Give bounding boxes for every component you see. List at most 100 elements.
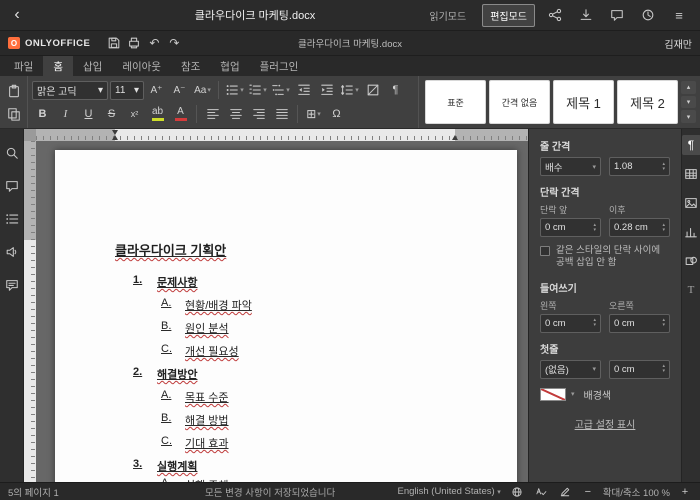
search-button[interactable] bbox=[2, 143, 21, 163]
set-language-button[interactable] bbox=[509, 485, 525, 499]
superscript-button[interactable]: x² bbox=[124, 104, 145, 125]
copy-button[interactable] bbox=[3, 103, 24, 124]
zoom-out-button[interactable]: − bbox=[581, 485, 595, 499]
bold-button[interactable]: B bbox=[32, 104, 53, 125]
background-color-swatch[interactable] bbox=[540, 387, 566, 401]
align-center-button[interactable] bbox=[225, 104, 246, 125]
share-button[interactable] bbox=[544, 4, 566, 26]
style-heading2[interactable]: 제목 2 bbox=[617, 80, 678, 124]
track-changes-button[interactable] bbox=[557, 485, 573, 499]
increase-indent-button[interactable] bbox=[316, 80, 337, 101]
align-left-button[interactable] bbox=[202, 104, 223, 125]
tab-file[interactable]: 파일 bbox=[4, 56, 43, 76]
spacing-after-input[interactable]: 0.28 cm ▴ ▾ bbox=[609, 218, 670, 237]
chat-panel-button[interactable] bbox=[2, 275, 21, 295]
version-history-button[interactable] bbox=[637, 4, 659, 26]
gallery-expand-button[interactable]: ▾ bbox=[681, 110, 696, 124]
style-normal[interactable]: 표준 bbox=[425, 80, 486, 124]
edit-mode-button[interactable]: 편집모드 bbox=[482, 3, 535, 27]
spinner-arrows[interactable]: ▴ ▾ bbox=[662, 161, 665, 172]
doc-line[interactable]: 3. 실행계획 bbox=[55, 458, 517, 474]
more-menu-button[interactable]: ≡ bbox=[668, 4, 690, 26]
doc-line[interactable]: A. 목표 수준 bbox=[55, 389, 517, 405]
vertical-ruler[interactable] bbox=[24, 141, 36, 482]
align-right-button[interactable] bbox=[248, 104, 269, 125]
tab-insert[interactable]: 삽입 bbox=[73, 56, 112, 76]
style-heading1[interactable]: 제목 1 bbox=[553, 80, 614, 124]
indent-right-input[interactable]: 0 cm ▴ ▾ bbox=[609, 313, 670, 333]
save-button[interactable] bbox=[104, 34, 124, 52]
advanced-settings-link[interactable]: 고급 설정 표시 bbox=[540, 416, 670, 431]
download-button[interactable] bbox=[575, 4, 597, 26]
spacing-before-input[interactable]: 0 cm ▴ ▾ bbox=[540, 218, 601, 237]
highlight-color-button[interactable]: ab bbox=[147, 104, 168, 125]
indent-left-input[interactable]: 0 cm ▴ ▾ bbox=[540, 313, 601, 333]
back-button[interactable]: ‹ bbox=[0, 6, 34, 24]
strikethrough-button[interactable]: S bbox=[101, 104, 122, 125]
spinner-arrows[interactable]: ▴ ▾ bbox=[662, 318, 665, 328]
numbered-list-button[interactable]: ▾ bbox=[247, 80, 268, 101]
tab-references[interactable]: 참조 bbox=[171, 56, 210, 76]
font-color-button[interactable]: A bbox=[170, 104, 191, 125]
multilevel-list-button[interactable]: ▾ bbox=[270, 80, 291, 101]
doc-line[interactable]: C. 기대 효과 bbox=[55, 435, 517, 451]
tab-home[interactable]: 홈 bbox=[43, 56, 73, 76]
same-style-spacing-checkbox[interactable]: 같은 스타일의 단락 사이에 공백 삽입 안 함 bbox=[540, 245, 670, 270]
doc-line[interactable]: 1. 문제사항 bbox=[55, 274, 517, 290]
zoom-in-button[interactable]: + bbox=[678, 485, 692, 499]
spinner-arrows[interactable]: ▴ ▾ bbox=[662, 222, 665, 233]
paragraph-shading-button[interactable] bbox=[362, 80, 383, 101]
doc-heading[interactable]: 클라우다이크 기획안 bbox=[115, 240, 226, 259]
document-page[interactable]: 클라우다이크 기획안 1. 문제사항 A. 현황/배경 파악 B. 원인 분석 C. 개… bbox=[55, 150, 517, 482]
feedback-button[interactable] bbox=[2, 242, 21, 262]
tab-plugins[interactable]: 플러그인 bbox=[250, 56, 309, 76]
first-line-value-input[interactable]: 0 cm ▴ ▾ bbox=[609, 359, 670, 379]
language-selector[interactable]: English (United States) ▾ bbox=[397, 486, 500, 497]
style-no-spacing[interactable]: 간격 없음 bbox=[489, 80, 550, 124]
doc-line[interactable]: C. 개선 필요성 bbox=[55, 343, 517, 359]
line-spacing-type-select[interactable]: 배수 ▾ bbox=[540, 157, 601, 176]
doc-line[interactable]: B. 원인 분석 bbox=[55, 320, 517, 336]
horizontal-ruler[interactable] bbox=[36, 129, 528, 141]
doc-line[interactable]: A. 현황/배경 파악 bbox=[55, 297, 517, 313]
font-size-select[interactable]: 11 ▾ bbox=[110, 80, 144, 100]
gallery-down-button[interactable]: ▾ bbox=[681, 95, 696, 109]
comments-panel-button[interactable] bbox=[2, 176, 21, 196]
navigation-panel-button[interactable] bbox=[2, 209, 21, 229]
doc-line[interactable]: B. 해결 방법 bbox=[55, 412, 517, 428]
doc-line[interactable]: 2. 해결방안 bbox=[55, 366, 517, 382]
increment-font-button[interactable]: A⁺ bbox=[146, 80, 167, 101]
left-indent-marker[interactable] bbox=[112, 135, 118, 140]
italic-button[interactable]: I bbox=[55, 104, 76, 125]
change-case-button[interactable]: Aa ▾ bbox=[192, 80, 213, 101]
decrease-indent-button[interactable] bbox=[293, 80, 314, 101]
tab-layout[interactable]: 레이아웃 bbox=[112, 56, 171, 76]
print-button[interactable] bbox=[124, 34, 144, 52]
spinner-arrows[interactable]: ▴ ▾ bbox=[662, 364, 665, 374]
read-mode-button[interactable]: 읽기모드 bbox=[422, 5, 473, 26]
table-settings-button[interactable] bbox=[682, 164, 700, 184]
right-indent-marker[interactable] bbox=[452, 135, 458, 140]
justify-button[interactable] bbox=[271, 104, 292, 125]
first-line-type-select[interactable]: (없음) ▾ bbox=[540, 359, 601, 379]
decrement-font-button[interactable]: A⁻ bbox=[169, 80, 190, 101]
undo-button[interactable]: ↶ bbox=[144, 34, 164, 52]
redo-button[interactable]: ↷ bbox=[164, 34, 184, 52]
font-name-select[interactable]: 맑은 고딕 ▾ bbox=[32, 80, 108, 100]
paste-button[interactable] bbox=[3, 80, 24, 101]
nonprinting-characters-button[interactable]: ¶ bbox=[385, 80, 406, 101]
spellcheck-button[interactable] bbox=[533, 485, 549, 499]
line-spacing-button[interactable]: ▾ bbox=[339, 80, 360, 101]
page-indicator[interactable]: 5의 페이지 1 bbox=[8, 485, 59, 499]
zoom-level[interactable]: 확대/축소 100 % bbox=[603, 485, 670, 499]
chart-settings-button[interactable] bbox=[682, 222, 700, 242]
shape-settings-button[interactable] bbox=[682, 251, 700, 271]
bullet-list-button[interactable]: ▾ bbox=[224, 80, 245, 101]
line-spacing-value-input[interactable]: 1.08 ▴ ▾ bbox=[609, 157, 670, 176]
borders-button[interactable]: ⊞ ▾ bbox=[303, 104, 324, 125]
underline-button[interactable]: U bbox=[78, 104, 99, 125]
chevron-down-icon[interactable]: ▾ bbox=[571, 390, 575, 398]
textart-settings-button[interactable]: T bbox=[682, 280, 700, 300]
image-settings-button[interactable] bbox=[682, 193, 700, 213]
comments-button[interactable] bbox=[606, 4, 628, 26]
